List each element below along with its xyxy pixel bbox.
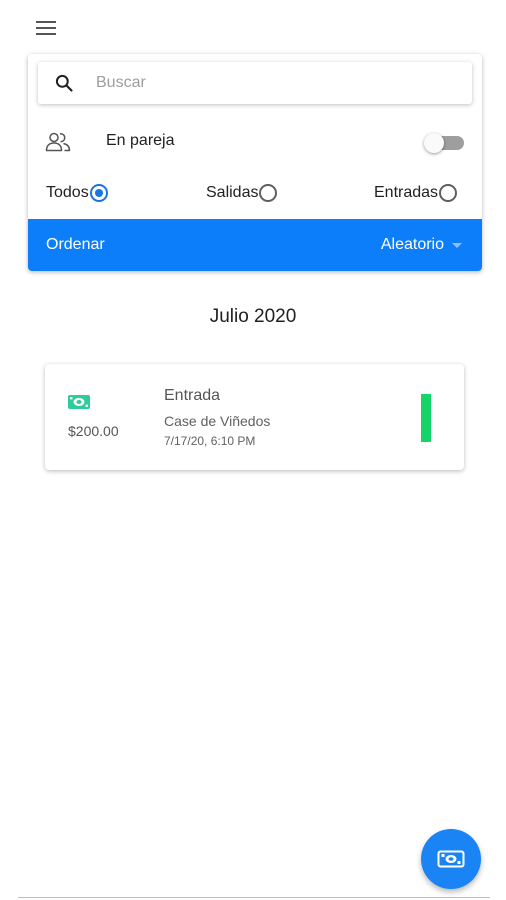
transaction-card[interactable]: $200.00 Entrada Case de Viñedos 7/17/20,… bbox=[45, 364, 464, 470]
hamburger-menu-icon bbox=[36, 21, 56, 35]
sort-label: Ordenar bbox=[46, 236, 105, 253]
transaction-amount: $200.00 bbox=[68, 423, 119, 439]
add-transaction-fab[interactable] bbox=[421, 829, 481, 889]
couple-label: En pareja bbox=[106, 132, 175, 149]
radio-button-entradas[interactable] bbox=[439, 184, 458, 202]
radio-label-salidas: Salidas bbox=[206, 184, 259, 201]
search-icon bbox=[55, 74, 73, 92]
people-icon bbox=[45, 132, 71, 152]
transaction-date: 7/17/20, 6:10 PM bbox=[164, 434, 256, 448]
radio-option-entradas[interactable]: Entradas bbox=[374, 176, 458, 210]
money-icon bbox=[68, 395, 90, 409]
search-box bbox=[38, 62, 472, 104]
radio-label-todos: Todos bbox=[46, 184, 89, 201]
filter-card: En pareja Todos Salidas Entradas Ordenar… bbox=[28, 54, 482, 271]
type-filter-group: Todos Salidas Entradas bbox=[28, 176, 482, 210]
radio-option-salidas[interactable]: Salidas bbox=[206, 176, 278, 210]
bottom-divider bbox=[18, 897, 490, 898]
toggle-thumb bbox=[424, 133, 444, 153]
transaction-type: Entrada bbox=[164, 387, 221, 404]
month-heading: Julio 2020 bbox=[209, 306, 297, 327]
radio-button-salidas[interactable] bbox=[259, 184, 278, 202]
income-indicator-bar bbox=[421, 394, 431, 442]
sort-selected-value: Aleatorio bbox=[380, 236, 444, 253]
couple-toggle[interactable] bbox=[424, 132, 466, 154]
search-input[interactable] bbox=[96, 70, 456, 96]
transaction-place: Case de Viñedos bbox=[164, 413, 271, 429]
sort-dropdown[interactable]: Aleatorio bbox=[381, 233, 462, 257]
couple-row: En pareja bbox=[28, 122, 482, 162]
radio-label-entradas: Entradas bbox=[374, 184, 439, 201]
chevron-down-icon bbox=[452, 243, 462, 248]
radio-button-todos[interactable] bbox=[89, 184, 108, 202]
radio-option-todos[interactable]: Todos bbox=[46, 176, 108, 210]
sort-bar: Ordenar Aleatorio bbox=[28, 219, 482, 271]
money-icon bbox=[437, 850, 465, 868]
menu-button[interactable] bbox=[34, 16, 60, 40]
